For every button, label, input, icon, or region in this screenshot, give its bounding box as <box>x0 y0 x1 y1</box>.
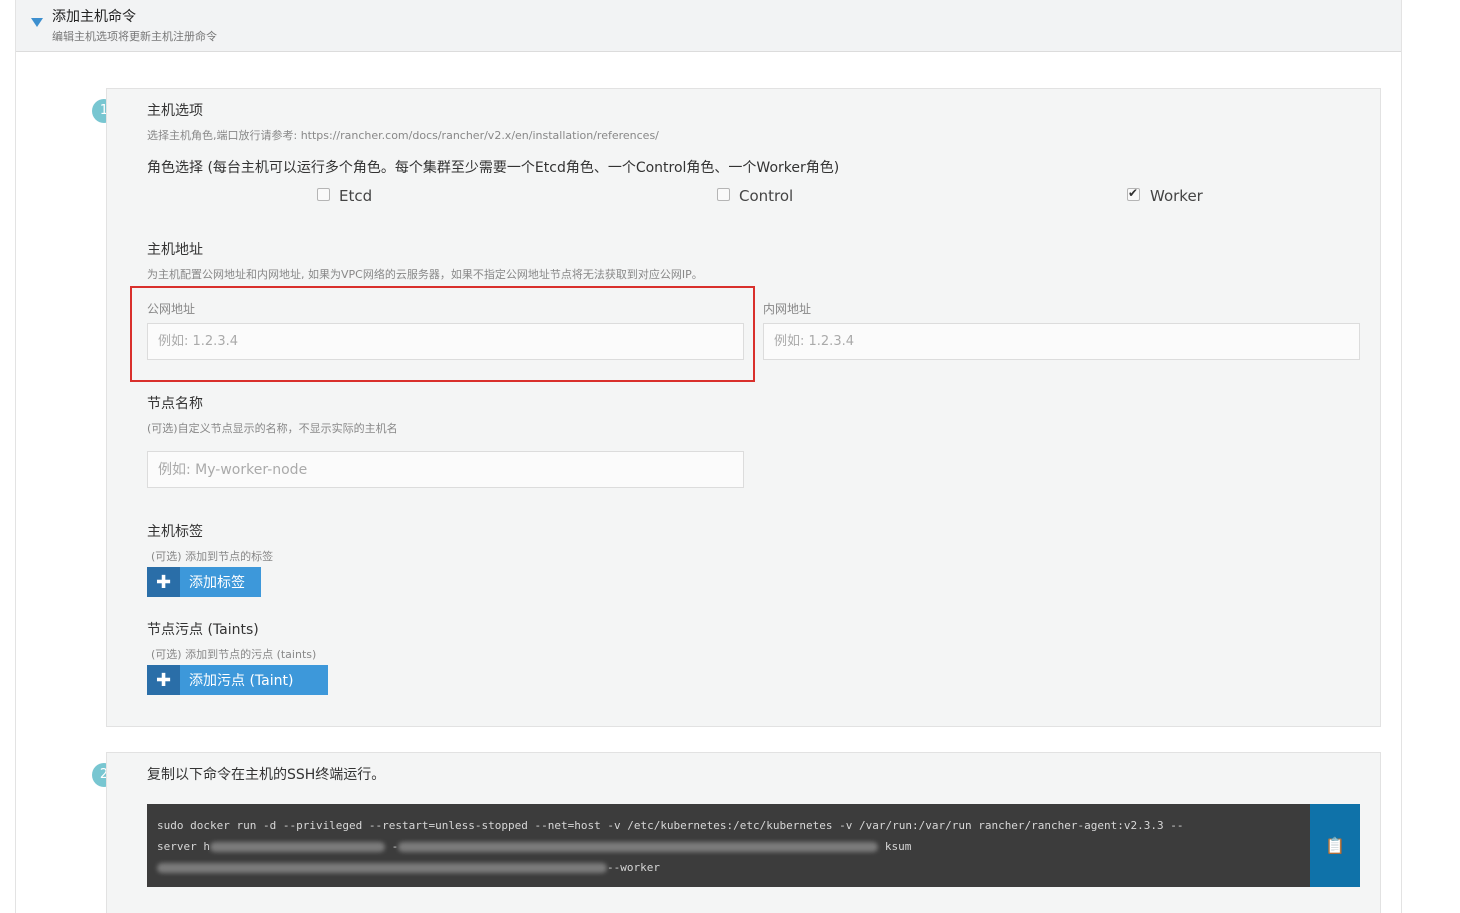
add-label-button-label: 添加标签 <box>189 575 245 591</box>
section-title: 添加主机命令 <box>52 9 136 25</box>
copy-command-title: 复制以下命令在主机的SSH终端运行。 <box>147 767 386 783</box>
host-options-hint: 选择主机角色,端口放行请参考: https://rancher.com/docs… <box>147 129 659 142</box>
redacted-segment <box>398 842 879 852</box>
redacted-segment <box>157 863 607 873</box>
command-line-3: --worker <box>157 857 1300 878</box>
worker-checkbox[interactable] <box>1127 186 1140 201</box>
command-line-2-mid: - <box>391 840 399 853</box>
clipboard-icon: 📋 <box>1325 836 1345 855</box>
command-line-1: sudo docker run -d --privileged --restar… <box>157 819 1184 832</box>
etcd-label[interactable]: Etcd <box>339 187 372 205</box>
copy-command-button[interactable]: 📋 <box>1310 804 1360 887</box>
add-taint-button-label: 添加污点 (Taint) <box>189 673 294 689</box>
command-line-2: server h - ksum <box>157 836 1300 857</box>
public-address-input[interactable] <box>147 323 744 360</box>
host-options-title: 主机选项 <box>147 103 203 119</box>
section-header[interactable]: 添加主机命令 编辑主机选项将更新主机注册命令 <box>16 0 1401 52</box>
private-address-label: 内网地址 <box>763 302 812 316</box>
node-name-input[interactable] <box>147 451 744 488</box>
node-taints-title: 节点污点 (Taints) <box>147 622 259 638</box>
collapse-caret-icon[interactable] <box>31 18 43 27</box>
redacted-segment <box>209 842 385 852</box>
plus-icon: ✚ <box>147 665 180 695</box>
host-address-hint: 为主机配置公网地址和内网地址, 如果为VPC网络的云服务器，如果不指定公网地址节… <box>147 268 703 281</box>
node-name-title: 节点名称 <box>147 396 203 412</box>
worker-label[interactable]: Worker <box>1150 187 1203 205</box>
control-label[interactable]: Control <box>739 187 793 205</box>
registration-command[interactable]: sudo docker run -d --privileged --restar… <box>147 804 1310 887</box>
control-checkbox[interactable] <box>717 188 730 201</box>
etcd-checkbox[interactable] <box>317 188 330 201</box>
add-label-button[interactable]: ✚ 添加标签 <box>147 567 261 597</box>
command-line-2-start: server h <box>157 840 210 853</box>
command-line-2-end: ksum <box>884 840 912 853</box>
node-taints-hint: (可选) 添加到节点的污点 (taints) <box>151 648 317 661</box>
command-line-3-end: --worker <box>607 861 660 874</box>
host-address-title: 主机地址 <box>147 242 203 258</box>
add-taint-button[interactable]: ✚ 添加污点 (Taint) <box>147 665 328 695</box>
public-address-label: 公网地址 <box>147 302 196 316</box>
role-selection-title: 角色选择 (每台主机可以运行多个角色。每个集群至少需要一个Etcd角色、一个Co… <box>147 160 840 176</box>
section-subtitle: 编辑主机选项将更新主机注册命令 <box>52 30 217 43</box>
private-address-input[interactable] <box>763 323 1360 360</box>
host-labels-title: 主机标签 <box>147 524 203 540</box>
plus-icon: ✚ <box>147 567 180 597</box>
node-name-hint: (可选)自定义节点显示的名称，不显示实际的主机名 <box>147 422 398 435</box>
step-1-panel <box>106 88 1381 727</box>
host-labels-hint: (可选) 添加到节点的标签 <box>151 550 274 563</box>
